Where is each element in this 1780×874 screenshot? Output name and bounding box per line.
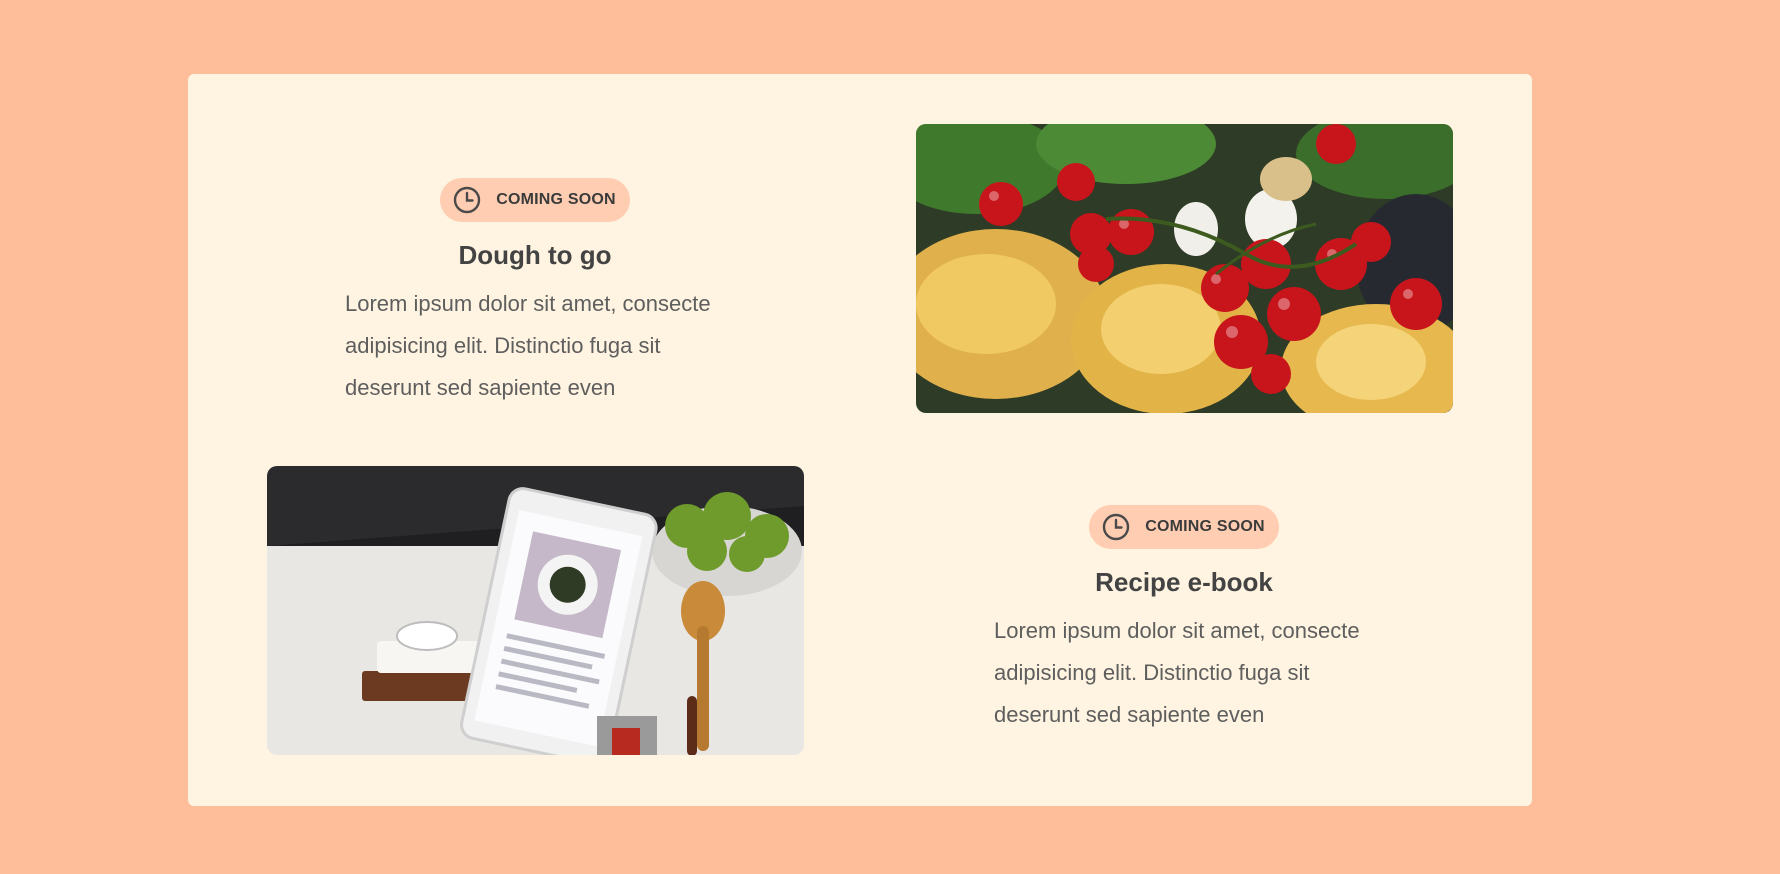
coming-soon-badge: COMING SOON: [440, 178, 630, 222]
feature-recipe-ebook: COMING SOON Recipe e-book Lorem ipsum do…: [974, 505, 1394, 736]
clock-icon: [1101, 512, 1131, 542]
feature-description: Lorem ipsum dolor sit amet, consecte adi…: [994, 618, 1360, 727]
feature-title: Dough to go: [458, 240, 612, 270]
badge-label: COMING SOON: [496, 191, 616, 208]
feature-title: Recipe e-book: [1095, 567, 1273, 597]
coming-soon-badge: COMING SOON: [1089, 505, 1279, 549]
pasta-tomatoes-photo: [916, 124, 1453, 413]
clock-icon: [452, 185, 482, 215]
badge-label: COMING SOON: [1145, 518, 1265, 535]
features-card: COMING SOON Dough to go Lorem ipsum dolo…: [188, 74, 1532, 806]
tablet-recipe-photo: [267, 466, 804, 755]
feature-dough-to-go: COMING SOON Dough to go Lorem ipsum dolo…: [325, 178, 745, 409]
feature-description: Lorem ipsum dolor sit amet, consecte adi…: [345, 291, 711, 400]
